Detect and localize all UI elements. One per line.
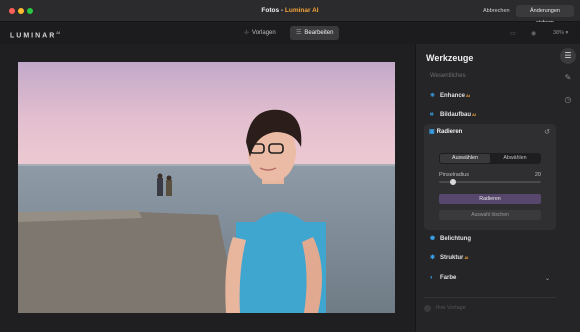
cancel-button[interactable]: Abbrechen <box>478 5 515 17</box>
deselect-mode-button[interactable]: Abwählen <box>490 154 540 163</box>
tool-belichtung[interactable]: ✺ Belichtung <box>430 232 471 246</box>
brush-radius-label: Pinselradius <box>439 172 469 178</box>
mask-mode-segmented: Auswählen Abwählen <box>439 153 541 164</box>
history-icon[interactable]: ◷ <box>560 92 576 108</box>
crop-icon: ⌗ <box>430 112 434 118</box>
brush-radius-slider[interactable] <box>439 179 541 185</box>
tab-vorlagen[interactable]: ⊹ Vorlagen <box>238 26 282 40</box>
select-mode-button[interactable]: Auswählen <box>440 154 490 163</box>
tool-enhance[interactable]: ✳ EnhanceAI <box>430 89 470 103</box>
tool-bildaufbau[interactable]: ⌗ BildaufbauAI <box>430 108 476 122</box>
clear-selection-button[interactable]: Auswahl löschen <box>439 210 541 220</box>
sun-icon: ✺ <box>430 236 436 242</box>
sliders-icon: ☰ <box>296 30 302 36</box>
eye-icon[interactable]: ◉ <box>531 30 536 37</box>
templates-icon: ⊹ <box>244 30 250 36</box>
brush-icon[interactable]: ✎ <box>560 70 576 86</box>
photo-image[interactable] <box>18 62 395 313</box>
save-changes-button[interactable]: Änderungen sichern <box>516 5 574 26</box>
tool-struktur[interactable]: ✱ StrukturAI <box>430 251 468 265</box>
section-label: Wesentliches <box>430 73 466 79</box>
radieren-action-button[interactable]: Radieren <box>439 194 541 204</box>
divider <box>424 297 556 298</box>
radieren-title: ▣ Radieren <box>429 129 463 135</box>
panel-title: Werkzeuge <box>426 53 474 63</box>
color-icon: ◐ <box>430 275 434 281</box>
tab-bearbeiten[interactable]: ☰ Bearbeiten <box>290 26 340 40</box>
zoom-level[interactable]: 38% ▾ <box>553 30 568 36</box>
your-template-item[interactable]: Ihre Vorlage <box>436 305 466 311</box>
enhance-icon: ✳ <box>430 93 436 99</box>
eraser-icon: ▣ <box>429 129 435 135</box>
slider-thumb[interactable] <box>450 179 457 185</box>
window-titlebar: Fotos - Luminar AI Abbrechen Änderungen … <box>0 0 580 26</box>
tool-farbe[interactable]: ◐ Farbe <box>430 271 456 285</box>
app-logo: LUMINARAI <box>10 30 61 40</box>
preset-dot-icon <box>424 305 431 312</box>
photo-drawing <box>18 62 395 313</box>
reset-icon[interactable]: ↺ <box>544 128 550 136</box>
structure-icon: ✱ <box>430 255 436 261</box>
app-toolbar: LUMINARAI ⊹ Vorlagen ☰ Bearbeiten ▭ ◉ 38% … <box>0 22 580 44</box>
brush-radius-value: 20 <box>534 172 541 178</box>
radieren-tool-panel: ▣ Radieren ↺ Auswählen Abwählen Pinselrad… <box>424 124 556 230</box>
compare-icon[interactable]: ▭ <box>510 30 516 37</box>
adjustments-icon[interactable]: ☰ <box>560 48 576 64</box>
chevron-down-icon[interactable]: ⌄ <box>545 275 550 282</box>
